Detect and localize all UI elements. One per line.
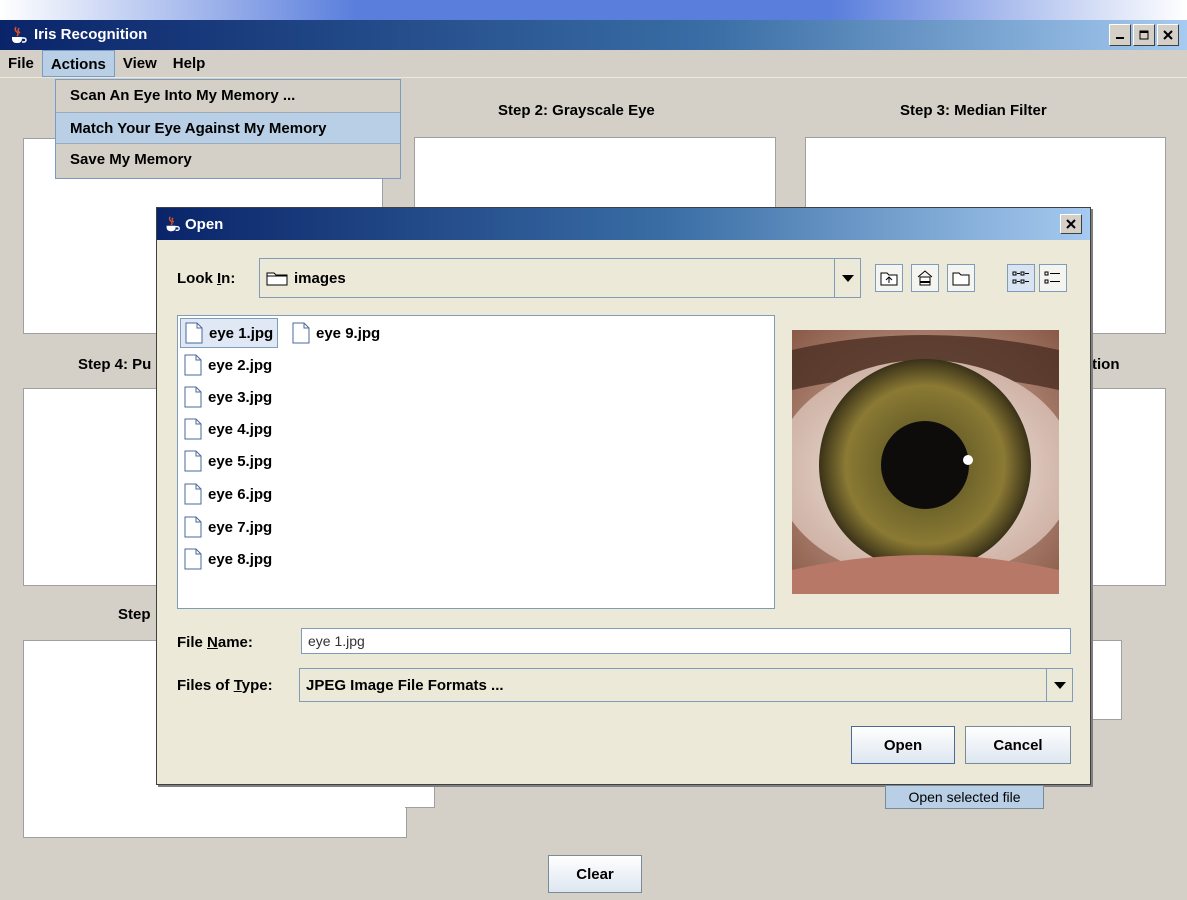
file-item[interactable]: eye 7.jpg <box>180 512 276 542</box>
window-title-bar[interactable]: Iris Recognition <box>0 20 1187 50</box>
java-cup-icon <box>12 26 27 43</box>
file-icon <box>292 322 310 344</box>
chevron-down-icon <box>1053 681 1066 689</box>
up-one-level-icon <box>880 272 898 286</box>
home-button[interactable] <box>911 264 939 292</box>
file-name: eye 3.jpg <box>208 388 273 406</box>
menu-bar: File Actions View Help <box>0 50 1187 78</box>
files-of-type-label-text: Files of <box>177 677 234 694</box>
list-view-icon <box>1012 271 1029 284</box>
window-title: Iris Recognition <box>34 26 148 43</box>
file-icon <box>184 483 202 505</box>
file-name: eye 6.jpg <box>208 485 273 503</box>
clear-button[interactable]: Clear <box>548 855 642 893</box>
file-item[interactable]: eye 3.jpg <box>180 382 276 412</box>
file-icon <box>184 548 202 570</box>
step2-image-panel <box>414 137 776 212</box>
new-folder-icon <box>952 272 970 286</box>
look-in-combobox[interactable]: images <box>259 258 861 298</box>
file-item[interactable]: eye 4.jpg <box>180 414 276 444</box>
menu-item-match-eye[interactable]: Match Your Eye Against My Memory <box>56 112 400 144</box>
look-in-dropdown-arrow[interactable] <box>834 259 860 297</box>
details-view-button[interactable] <box>1039 264 1067 292</box>
step6-label: tion <box>1092 356 1120 373</box>
file-item[interactable]: eye 5.jpg <box>180 446 276 476</box>
file-name: eye 1.jpg <box>209 324 274 342</box>
file-name: eye 8.jpg <box>208 550 273 568</box>
file-list[interactable]: eye 1.jpg eye 2.jpg eye 3.jpg eye 4.jpg … <box>177 315 775 609</box>
image-preview <box>792 330 1059 594</box>
close-icon <box>1066 219 1076 229</box>
look-in-label: Look In: <box>177 270 235 287</box>
look-in-label-text: Look <box>177 270 217 287</box>
file-item[interactable]: eye 8.jpg <box>180 544 276 574</box>
files-of-type-dropdown-arrow[interactable] <box>1046 669 1072 701</box>
step7-label: Step <box>118 606 151 623</box>
files-of-type-value: JPEG Image File Formats ... <box>306 677 504 694</box>
file-icon <box>184 450 202 472</box>
open-button-tooltip: Open selected file <box>885 785 1044 809</box>
files-of-type-label: Files of Type: <box>177 677 273 694</box>
java-cup-icon <box>166 216 180 232</box>
step4-label: Step 4: Pu <box>78 356 152 373</box>
up-one-level-button[interactable] <box>875 264 903 292</box>
maximize-icon <box>1139 30 1149 40</box>
menu-help[interactable]: Help <box>165 50 214 77</box>
maximize-button[interactable] <box>1133 24 1155 46</box>
details-view-icon <box>1044 271 1060 284</box>
file-name-input[interactable] <box>301 628 1071 654</box>
file-name: eye 9.jpg <box>316 324 381 342</box>
minimize-button[interactable] <box>1109 24 1131 46</box>
file-item[interactable]: eye 1.jpg <box>180 318 279 348</box>
step9-image-panel <box>1086 640 1122 720</box>
files-of-type-mnemonic: T <box>233 677 242 694</box>
file-name: eye 7.jpg <box>208 518 273 536</box>
file-item[interactable]: eye 9.jpg <box>288 318 384 348</box>
actions-menu-dropdown: Scan An Eye Into My Memory ... Match You… <box>55 79 401 179</box>
file-icon <box>184 386 202 408</box>
menu-view[interactable]: View <box>115 50 165 77</box>
step2-label: Step 2: Grayscale Eye <box>498 102 655 119</box>
desktop-top-stripe <box>0 0 1187 20</box>
file-icon <box>184 354 202 376</box>
open-button[interactable]: Open <box>851 726 955 764</box>
files-of-type-label-suffix: ype: <box>241 677 273 694</box>
file-icon <box>184 516 202 538</box>
file-name-label: File Name: <box>177 634 253 651</box>
file-icon <box>185 322 203 344</box>
new-folder-button[interactable] <box>947 264 975 292</box>
close-button[interactable] <box>1157 24 1179 46</box>
home-icon <box>917 270 933 286</box>
menu-item-scan-eye[interactable]: Scan An Eye Into My Memory ... <box>56 80 400 112</box>
file-item[interactable]: eye 2.jpg <box>180 350 276 380</box>
dialog-close-button[interactable] <box>1060 214 1082 234</box>
list-view-button[interactable] <box>1007 264 1035 292</box>
close-icon <box>1163 30 1173 40</box>
chevron-down-icon <box>841 274 854 282</box>
files-of-type-combobox[interactable]: JPEG Image File Formats ... <box>299 668 1073 702</box>
cancel-button[interactable]: Cancel <box>965 726 1071 764</box>
file-name: eye 4.jpg <box>208 420 273 438</box>
step6-image-panel <box>1086 388 1166 586</box>
file-icon <box>184 418 202 440</box>
look-in-label-suffix: n: <box>221 270 236 287</box>
file-name: eye 5.jpg <box>208 452 273 470</box>
step4-image-panel <box>23 388 163 586</box>
menu-actions[interactable]: Actions <box>41 50 115 77</box>
file-name: eye 2.jpg <box>208 356 273 374</box>
file-name-label-text: File <box>177 634 208 651</box>
dialog-title: Open <box>185 216 224 233</box>
minimize-icon <box>1116 37 1124 39</box>
dialog-title-bar[interactable]: Open <box>157 208 1090 240</box>
file-name-mnemonic: N <box>207 634 218 651</box>
folder-icon <box>266 272 288 286</box>
look-in-value: images <box>294 269 346 287</box>
file-item[interactable]: eye 6.jpg <box>180 479 276 509</box>
step7-image-panel-extension <box>405 782 435 808</box>
menu-item-save-memory[interactable]: Save My Memory <box>56 144 400 176</box>
menu-file[interactable]: File <box>0 50 42 77</box>
file-name-label-suffix: ame: <box>217 634 253 651</box>
open-file-dialog: Open Look In: images eye 1.jpg eye 2.jpg… <box>156 207 1091 785</box>
step3-label: Step 3: Median Filter <box>900 102 1047 119</box>
